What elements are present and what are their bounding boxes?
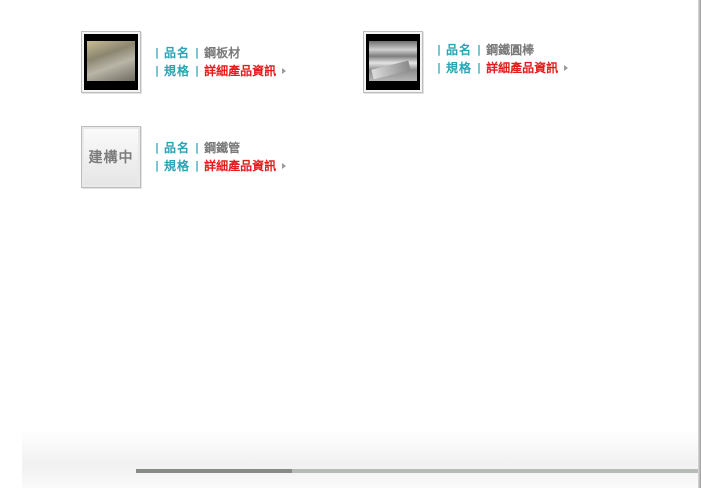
separator: | bbox=[155, 141, 160, 154]
product-info: | 品名 | 鋼鐵管 | 規格 | 詳細產品資訊 bbox=[155, 139, 287, 175]
horizontal-scrollbar[interactable] bbox=[136, 469, 698, 473]
arrow-right-icon bbox=[282, 163, 287, 169]
product-detail-link[interactable]: 詳細產品資訊 bbox=[486, 59, 558, 77]
separator: | bbox=[155, 46, 160, 59]
product-info: | 品名 | 鋼板材 | 規格 | 詳細產品資訊 bbox=[155, 44, 287, 80]
footer-fade bbox=[22, 430, 698, 488]
arrow-right-icon bbox=[564, 65, 569, 71]
name-label: 品名 bbox=[446, 43, 473, 57]
product-detail-link[interactable]: 詳細產品資訊 bbox=[204, 62, 276, 80]
under-construction-placeholder: 建構中 bbox=[84, 129, 138, 185]
scrollbar-thumb[interactable] bbox=[136, 469, 292, 473]
product-detail-link[interactable]: 詳細產品資訊 bbox=[204, 157, 276, 175]
separator: | bbox=[437, 43, 442, 56]
separator: | bbox=[155, 64, 160, 77]
separator: | bbox=[437, 61, 442, 74]
separator: | bbox=[477, 43, 482, 56]
separator: | bbox=[477, 61, 482, 74]
name-label: 品名 bbox=[164, 141, 191, 155]
steel-bar-image bbox=[366, 34, 420, 90]
separator: | bbox=[195, 141, 200, 154]
product-name: 鋼鐵管 bbox=[204, 141, 241, 155]
product-item-steel-pipe: 建構中 | 品名 | 鋼鐵管 | 規格 | 詳細產品資訊 bbox=[81, 126, 287, 188]
product-item-steel-bar: | 品名 | 鋼鐵圓棒 | 規格 | 詳細產品資訊 bbox=[363, 31, 569, 93]
product-name-row: | 品名 | 鋼板材 bbox=[155, 44, 286, 62]
product-spec-row: | 規格 | 詳細產品資訊 bbox=[155, 157, 287, 175]
product-name: 鋼鐵圓棒 bbox=[486, 43, 535, 57]
spec-label: 規格 bbox=[164, 159, 191, 173]
steel-plate-image bbox=[84, 34, 138, 90]
separator: | bbox=[195, 64, 200, 77]
separator: | bbox=[155, 159, 160, 172]
arrow-right-icon bbox=[282, 68, 287, 74]
spec-label: 規格 bbox=[446, 61, 473, 75]
product-name-row: | 品名 | 鋼鐵圓棒 bbox=[437, 41, 568, 59]
product-item-steel-plate: | 品名 | 鋼板材 | 規格 | 詳細產品資訊 bbox=[81, 31, 287, 93]
product-name: 鋼板材 bbox=[204, 46, 241, 60]
separator: | bbox=[195, 159, 200, 172]
product-spec-row: | 規格 | 詳細產品資訊 bbox=[437, 59, 569, 77]
product-name-row: | 品名 | 鋼鐵管 bbox=[155, 139, 286, 157]
separator: | bbox=[195, 46, 200, 59]
product-thumbnail-steel-plate[interactable] bbox=[81, 31, 141, 93]
name-label: 品名 bbox=[164, 46, 191, 60]
product-thumbnail-steel-pipe[interactable]: 建構中 bbox=[81, 126, 141, 188]
product-spec-row: | 規格 | 詳細產品資訊 bbox=[155, 62, 287, 80]
product-info: | 品名 | 鋼鐵圓棒 | 規格 | 詳細產品資訊 bbox=[437, 41, 569, 77]
product-thumbnail-steel-bar[interactable] bbox=[363, 31, 423, 93]
spec-label: 規格 bbox=[164, 64, 191, 78]
